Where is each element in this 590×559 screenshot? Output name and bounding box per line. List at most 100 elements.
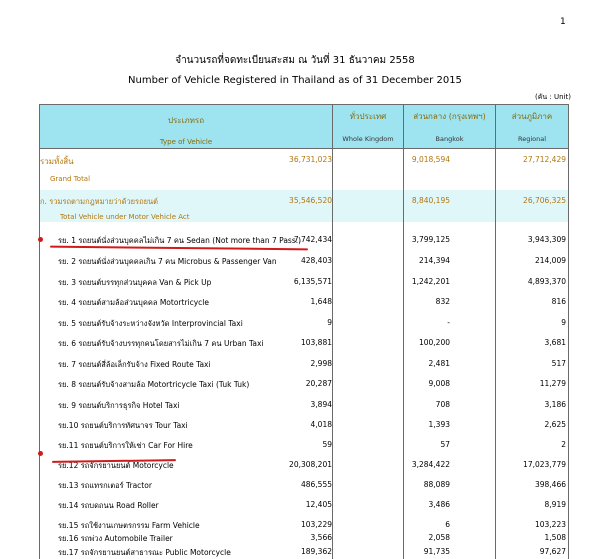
table-row: รย.16 รถพ่วง Automobile Trailer 3,566 2,… <box>40 531 568 545</box>
bangkok-value: 3,284,422 <box>411 460 450 469</box>
regional-value: 97,627 <box>539 547 566 556</box>
header-bangkok-en: Bangkok <box>435 135 464 143</box>
whole-kingdom-value: 12,405 <box>305 500 332 509</box>
regional-value: 26,706,325 <box>523 196 566 205</box>
unit-note: (คัน : Unit) <box>535 93 571 101</box>
table-row: รย. 5 รถยนต์รับจ้างระหว่างจังหวัด Interp… <box>40 316 568 330</box>
whole-kingdom-value: 103,229 <box>300 520 332 529</box>
table-row: รย. 8 รถยนต์รับจ้างสามล้อ Motortricycle … <box>40 377 568 391</box>
whole-kingdom-value: 35,546,520 <box>289 196 332 205</box>
whole-kingdom-value: 59 <box>322 440 332 449</box>
row-label: รย. 2 รถยนต์นั่งส่วนบุคคลเกิน 7 คน Micro… <box>58 257 277 266</box>
regional-value: 8,919 <box>544 500 566 509</box>
regional-value: 3,681 <box>544 338 566 347</box>
whole-kingdom-value: 20,308,201 <box>289 460 332 469</box>
regional-value: 103,223 <box>534 520 566 529</box>
row-label: รย.11 รถยนต์บริการให้เช่า Car For Hire <box>58 441 193 450</box>
red-marker-dot <box>38 451 43 456</box>
row-label: ก. รวมรถตามกฎหมายว่าด้วยรถยนต์ <box>40 197 159 206</box>
regional-value: 9 <box>561 318 566 327</box>
row-label: รย. 8 รถยนต์รับจ้างสามล้อ Motortricycle … <box>58 380 250 389</box>
table-row: รย. 7 รถยนต์สี่ล้อเล็กรับจ้าง Fixed Rout… <box>40 357 568 371</box>
table-row: รย. 3 รถยนต์บรรทุกส่วนบุคคล Van & Pick U… <box>40 275 568 289</box>
column-divider <box>332 104 333 559</box>
table-row: รย.11 รถยนต์บริการให้เช่า Car For Hire 5… <box>40 438 568 452</box>
regional-value: 11,279 <box>539 379 566 388</box>
bangkok-value: 6 <box>445 520 450 529</box>
regional-value: 1,508 <box>544 533 566 542</box>
regional-value: 816 <box>551 297 566 306</box>
row-label: รวมทั้งสิ้น <box>40 157 74 166</box>
table-row: รย. 4 รถยนต์สามล้อส่วนบุคคล Motortricycl… <box>40 295 568 309</box>
whole-kingdom-value: 486,555 <box>300 480 332 489</box>
table-row: รย.17 รถจักรยานยนต์สาธารณะ Public Motorc… <box>40 545 568 559</box>
whole-kingdom-value: 428,403 <box>300 256 332 265</box>
bangkok-value: 100,200 <box>418 338 450 347</box>
bangkok-value: 832 <box>435 297 450 306</box>
bangkok-value: 3,486 <box>428 500 450 509</box>
bangkok-value: 214,394 <box>418 256 450 265</box>
header-regional-en: Regional <box>517 135 547 143</box>
table-row: รย.13 รถแทรกเตอร์ Tractor 486,555 88,089… <box>40 478 568 492</box>
regional-value: 2 <box>561 440 566 449</box>
table-row: รย. 2 รถยนต์นั่งส่วนบุคคลเกิน 7 คน Micro… <box>40 254 568 268</box>
bangkok-value: 1,242,201 <box>411 277 450 286</box>
row-label: รย. 5 รถยนต์รับจ้างระหว่างจังหวัด Interp… <box>58 319 243 328</box>
regional-value: 214,009 <box>534 256 566 265</box>
row-label: รย.16 รถพ่วง Automobile Trailer <box>58 534 173 543</box>
bangkok-value: 2,481 <box>428 359 450 368</box>
header-whole-en: Whole Kingdom <box>342 135 394 143</box>
row-label: Grand Total <box>50 175 91 183</box>
header-divider <box>39 148 568 149</box>
whole-kingdom-value: 103,881 <box>300 338 332 347</box>
title-thai: จำนวนรถที่จดทะเบียนสะสม ณ วันที่ 31 ธันว… <box>175 55 415 66</box>
table-row: รย. 9 รถยนต์บริการธุรกิจ Hotel Taxi 3,89… <box>40 398 568 412</box>
table-row: รย. 1 รถยนต์นั่งส่วนบุคคลไม่เกิน 7 คน Se… <box>40 233 568 247</box>
column-divider <box>403 104 404 559</box>
bangkok-value: 57 <box>440 440 450 449</box>
bangkok-value: 8,840,195 <box>411 196 450 205</box>
table-border-left <box>39 104 40 559</box>
row-label: รย. 7 รถยนต์สี่ล้อเล็กรับจ้าง Fixed Rout… <box>58 360 211 369</box>
bangkok-value: - <box>447 318 450 327</box>
row-label: รย.13 รถแทรกเตอร์ Tractor <box>58 481 152 490</box>
column-divider <box>495 104 496 559</box>
row-label: รย.10 รถยนต์บริการทัศนาจร Tour Taxi <box>58 421 188 430</box>
whole-kingdom-value: 3,894 <box>310 400 332 409</box>
whole-kingdom-value: 2,998 <box>310 359 332 368</box>
whole-kingdom-value: 7,742,434 <box>293 235 332 244</box>
regional-value: 17,023,779 <box>523 460 566 469</box>
table-border-top <box>39 104 568 105</box>
regional-value: 517 <box>551 359 566 368</box>
bangkok-value: 88,089 <box>423 480 450 489</box>
table-row: รย.15 รถใช้งานเกษตรกรรม Farm Vehicle 103… <box>40 518 568 532</box>
whole-kingdom-value: 36,731,023 <box>289 155 332 164</box>
bangkok-value: 2,058 <box>428 533 450 542</box>
bangkok-value: 708 <box>435 400 450 409</box>
row-label: รย.17 รถจักรยานยนต์สาธารณะ Public Motorc… <box>58 548 231 557</box>
regional-value: 2,625 <box>544 420 566 429</box>
whole-kingdom-value: 189,362 <box>300 547 332 556</box>
whole-kingdom-value: 9 <box>327 318 332 327</box>
table-border-right <box>568 104 569 559</box>
regional-value: 3,943,309 <box>527 235 566 244</box>
bangkok-value: 9,008 <box>428 379 450 388</box>
page-number: 1 <box>560 17 566 27</box>
row-label: รย.14 รถบดถนน Road Roller <box>58 501 159 510</box>
row-label: รย. 9 รถยนต์บริการธุรกิจ Hotel Taxi <box>58 401 180 410</box>
table-row: รย.14 รถบดถนน Road Roller 12,405 3,486 8… <box>40 498 568 512</box>
whole-kingdom-value: 20,287 <box>305 379 332 388</box>
bangkok-value: 9,018,594 <box>411 155 450 164</box>
whole-kingdom-value: 4,018 <box>310 420 332 429</box>
header-bangkok-th: ส่วนกลาง (กรุงเทพฯ) <box>413 112 486 121</box>
regional-value: 27,712,429 <box>523 155 566 164</box>
row-label: Total Vehicle under Motor Vehicle Act <box>60 213 190 221</box>
red-marker-dot <box>38 237 43 242</box>
regional-value: 4,893,370 <box>527 277 566 286</box>
table-row: ก. รวมรถตามกฎหมายว่าด้วยรถยนต์ 35,546,52… <box>40 190 568 222</box>
table-row: รย.10 รถยนต์บริการทัศนาจร Tour Taxi 4,01… <box>40 418 568 432</box>
whole-kingdom-value: 1,648 <box>310 297 332 306</box>
bangkok-value: 91,735 <box>423 547 450 556</box>
regional-value: 398,466 <box>534 480 566 489</box>
header-whole-th: ทั่วประเทศ <box>349 112 387 121</box>
